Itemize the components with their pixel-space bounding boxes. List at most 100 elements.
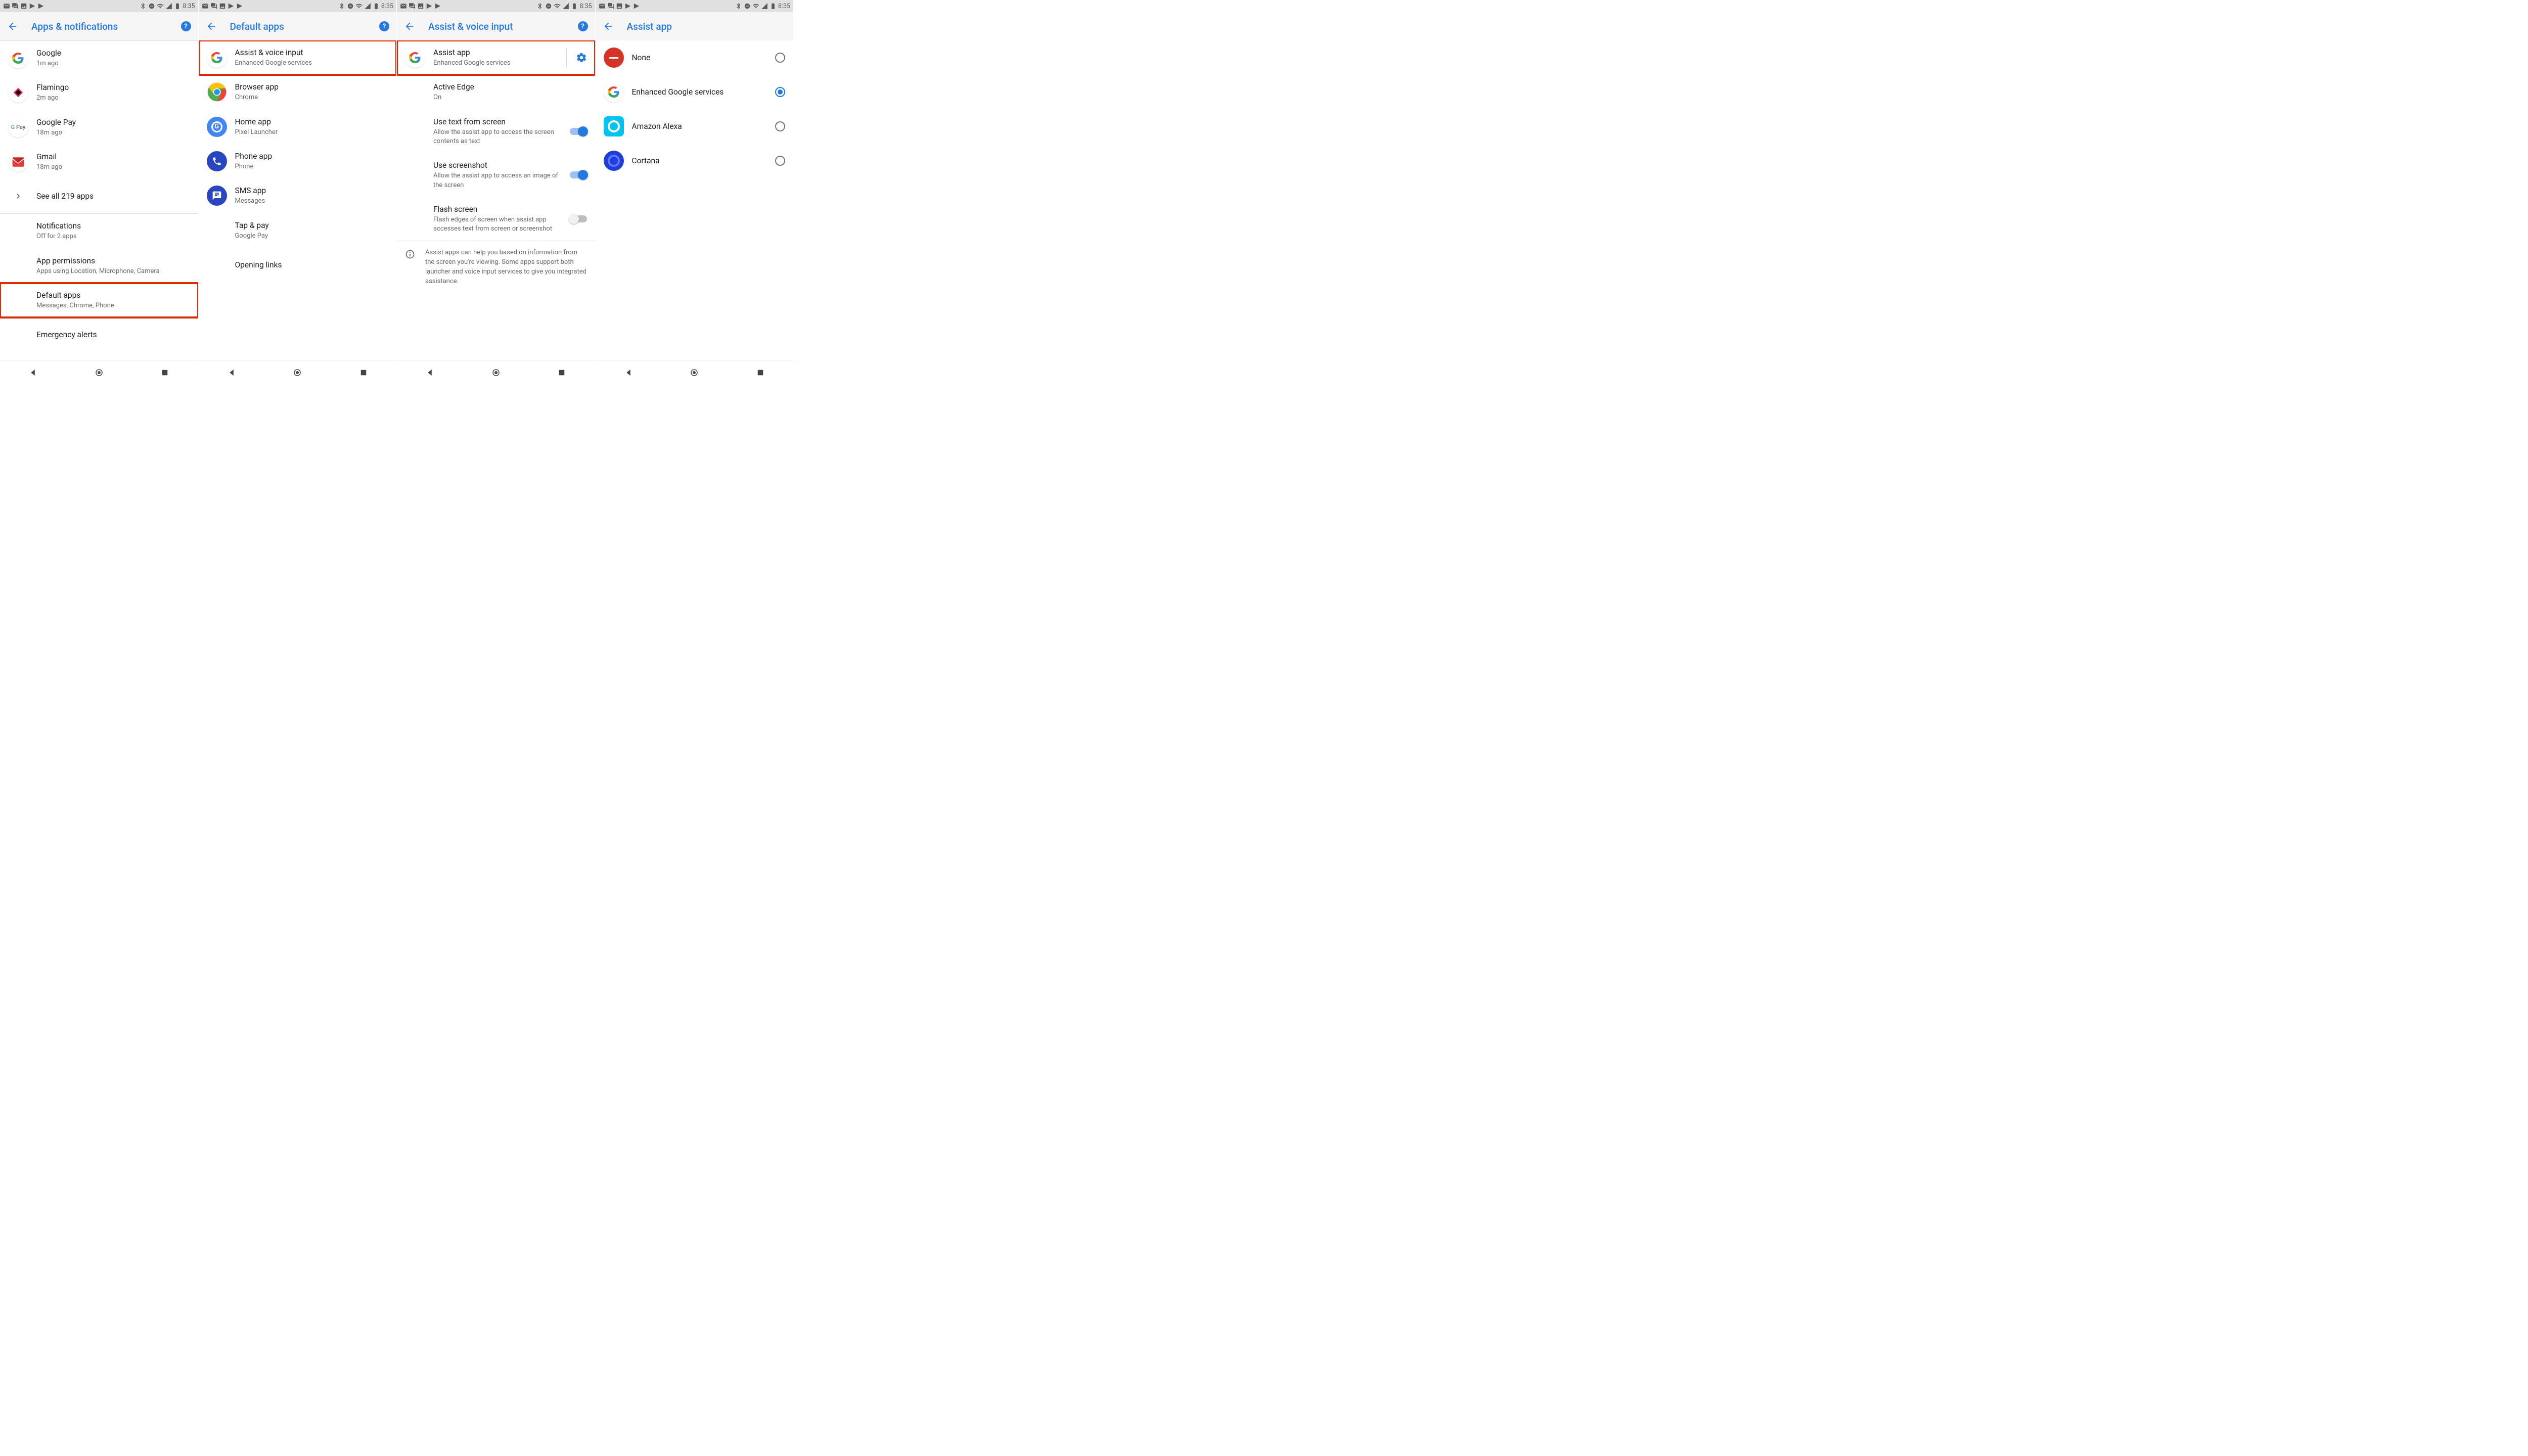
row-text: None xyxy=(632,53,770,63)
nav-home-button[interactable] xyxy=(282,368,312,377)
image-status-icon xyxy=(20,3,27,10)
nav-home-button[interactable] xyxy=(84,368,114,377)
nav-home-button[interactable] xyxy=(679,368,709,377)
content-scroll[interactable]: Assist & voice input Enhanced Google ser… xyxy=(199,40,397,360)
row-text: Active Edge On xyxy=(433,82,587,102)
row-primary: Enhanced Google services xyxy=(632,87,770,97)
back-button[interactable] xyxy=(603,21,614,32)
settings-row[interactable]: Google 1m ago xyxy=(0,41,198,75)
app-icon-slot xyxy=(207,151,227,171)
help-button[interactable]: ? xyxy=(181,21,191,31)
row-secondary: 2m ago xyxy=(36,94,190,103)
nav-bar xyxy=(0,360,198,384)
radio-button[interactable] xyxy=(775,121,785,131)
settings-row[interactable]: G Pay Google Pay 18m ago xyxy=(0,110,198,145)
settings-gear-button[interactable] xyxy=(566,48,587,68)
settings-row[interactable]: Tap & pay Google Pay xyxy=(199,213,397,248)
wifi-icon xyxy=(355,3,363,10)
icon-slot-empty xyxy=(207,255,227,275)
settings-row[interactable]: Opening links xyxy=(199,248,397,282)
status-bar: 8:35 xyxy=(596,0,794,12)
settings-row[interactable]: Notifications Off for 2 apps xyxy=(0,214,198,248)
page-title: Default apps xyxy=(230,21,284,32)
play-status-icon xyxy=(426,3,433,10)
row-text: Use text from screen Allow the assist ap… xyxy=(433,117,564,147)
row-text: Home app Pixel Launcher xyxy=(235,117,389,137)
settings-row[interactable]: G Home app Pixel Launcher xyxy=(199,110,397,144)
row-text: Opening links xyxy=(235,260,389,270)
back-arrow-icon xyxy=(603,21,614,32)
page-title: Apps & notifications xyxy=(31,21,118,32)
settings-row[interactable]: Assist & voice input Enhanced Google ser… xyxy=(199,40,397,75)
settings-row[interactable]: Active Edge On xyxy=(397,75,595,109)
help-button[interactable]: ? xyxy=(578,21,588,31)
row-text: Google 1m ago xyxy=(36,48,190,68)
nav-back-button[interactable] xyxy=(613,368,644,377)
dnd-icon xyxy=(347,3,354,10)
gpay-icon: G Pay xyxy=(11,124,25,130)
settings-row[interactable]: See all 219 apps xyxy=(0,179,198,213)
page-title: Assist app xyxy=(627,21,672,32)
settings-row[interactable]: Emergency alerts xyxy=(0,317,198,352)
battery-icon xyxy=(174,3,181,10)
row-primary: Browser app xyxy=(235,82,389,92)
settings-row[interactable]: Assist app Enhanced Google services xyxy=(397,40,595,75)
settings-row[interactable]: Special app access 9 apps can use unrest… xyxy=(0,352,198,360)
sms-app-icon xyxy=(207,186,227,206)
row-secondary: 1m ago xyxy=(36,59,190,68)
row-text: Google Pay 18m ago xyxy=(36,117,190,138)
nav-back-button[interactable] xyxy=(216,368,247,377)
radio-button[interactable] xyxy=(775,53,785,63)
settings-row[interactable]: Flamingo 2m ago xyxy=(0,75,198,110)
content-scroll[interactable]: Assist app Enhanced Google services Acti… xyxy=(397,40,595,360)
wifi-icon xyxy=(157,3,164,10)
toggle-switch[interactable] xyxy=(570,128,587,135)
row-primary: Tap & pay xyxy=(235,220,389,231)
back-button[interactable] xyxy=(404,21,415,32)
settings-row[interactable]: Use screenshot Allow the assist app to a… xyxy=(397,153,595,197)
toggle-switch[interactable] xyxy=(570,171,587,178)
nav-recent-button[interactable] xyxy=(348,368,379,377)
content-scroll[interactable]: None Enhanced Google services Amazon Ale… xyxy=(596,40,794,360)
settings-row[interactable]: Browser app Chrome xyxy=(199,75,397,109)
radio-button[interactable] xyxy=(775,87,785,97)
nav-recent-button[interactable] xyxy=(150,368,180,377)
row-text: Tap & pay Google Pay xyxy=(235,220,389,241)
nav-back-button[interactable] xyxy=(415,368,445,377)
row-primary: Assist & voice input xyxy=(235,48,389,58)
app-icon-slot xyxy=(604,48,624,68)
settings-row[interactable]: SMS app Messages xyxy=(199,178,397,213)
settings-row[interactable]: Use text from screen Allow the assist ap… xyxy=(397,110,595,154)
signal-icon xyxy=(165,3,172,10)
nav-back-button[interactable] xyxy=(18,368,48,377)
radio-button[interactable] xyxy=(775,156,785,166)
back-button[interactable] xyxy=(7,21,18,32)
help-button[interactable]: ? xyxy=(379,21,389,31)
status-time: 8:35 xyxy=(183,3,195,10)
settings-row[interactable]: Cortana xyxy=(596,144,794,178)
nav-home-button[interactable] xyxy=(481,368,511,377)
toggle-switch[interactable] xyxy=(570,215,587,222)
content-scroll[interactable]: Google 1m ago Flamingo 2m ago G Pay Goog… xyxy=(0,41,198,360)
status-bar: 8:35 xyxy=(397,0,595,12)
settings-row[interactable]: Phone app Phone xyxy=(199,144,397,178)
gmail-status-icon xyxy=(3,3,10,10)
row-primary: Amazon Alexa xyxy=(632,121,770,131)
settings-row[interactable]: Flash screen Flash edges of screen when … xyxy=(397,197,595,241)
row-secondary: 18m ago xyxy=(36,128,190,138)
back-button[interactable] xyxy=(206,21,217,32)
settings-row[interactable]: None xyxy=(596,40,794,75)
image-status-icon xyxy=(616,3,623,10)
bluetooth-icon xyxy=(338,3,345,10)
settings-row[interactable]: Enhanced Google services xyxy=(596,75,794,109)
settings-row[interactable]: Amazon Alexa xyxy=(596,109,794,144)
app-icon-slot xyxy=(8,152,28,172)
chat-status-icon xyxy=(210,3,217,10)
settings-row[interactable]: Default apps Messages, Chrome, Phone xyxy=(0,283,198,317)
row-text: App permissions Apps using Location, Mic… xyxy=(36,256,190,276)
bluetooth-icon xyxy=(735,3,742,10)
nav-recent-button[interactable] xyxy=(745,368,776,377)
settings-row[interactable]: Gmail 18m ago xyxy=(0,145,198,179)
settings-row[interactable]: App permissions Apps using Location, Mic… xyxy=(0,249,198,283)
nav-recent-button[interactable] xyxy=(547,368,577,377)
